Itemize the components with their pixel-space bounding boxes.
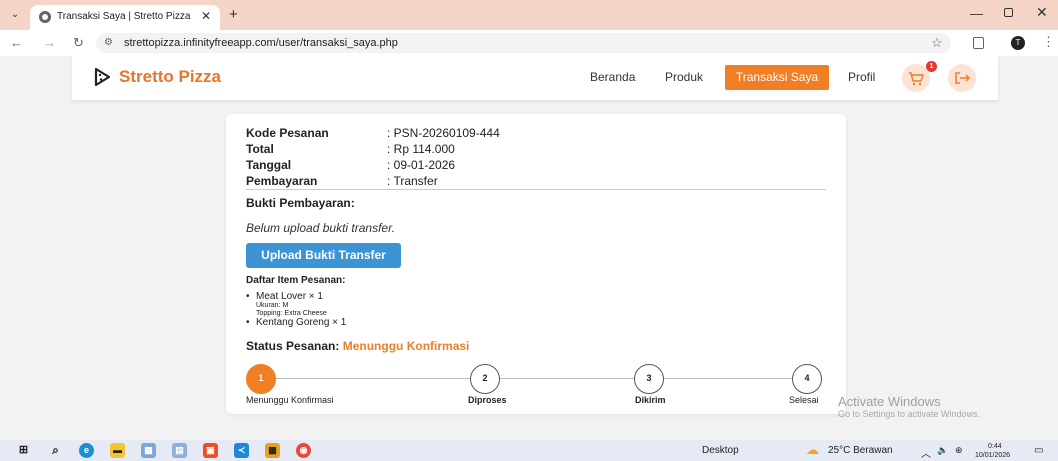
store-icon[interactable]: ▦: [141, 443, 156, 458]
restore-window-icon[interactable]: [1004, 8, 1013, 17]
list-item: Kentang Goreng × 1: [246, 317, 347, 329]
order-status: Status Pesanan: Menunggu Konfirmasi: [246, 339, 469, 353]
page-viewport: Stretto Pizza Beranda Produk Transaksi S…: [0, 56, 1058, 440]
cart-count-badge: 1: [926, 61, 937, 72]
step-4-circle: 4: [792, 364, 822, 394]
forward-arrow-icon[interactable]: →: [43, 35, 56, 50]
office-icon[interactable]: ▣: [203, 443, 218, 458]
order-status-value: Menunggu Konfirmasi: [342, 339, 470, 353]
activate-windows-subtitle: Go to Settings to activate Windows.: [838, 409, 981, 419]
progress-track: [266, 378, 806, 379]
extensions-icon[interactable]: [973, 37, 984, 49]
list-item: Meat Lover × 1 Ukuran: M Topping: Extra …: [246, 292, 346, 318]
file-explorer-icon[interactable]: ▬: [110, 443, 125, 458]
chrome-icon[interactable]: ◉: [296, 443, 311, 458]
step-1-label: Menunggu Konfirmasi: [246, 395, 334, 405]
step-1-circle: 1: [246, 364, 276, 394]
activate-windows-title: Activate Windows: [838, 394, 941, 409]
tab-title: Transaksi Saya | Stretto Pizza: [57, 11, 191, 22]
search-icon[interactable]: ⌕: [48, 443, 63, 458]
order-total-label: Total: [246, 142, 274, 156]
site-navbar: Stretto Pizza Beranda Produk Transaksi S…: [72, 56, 998, 100]
tab-search-chevron-icon[interactable]: ⌄: [8, 8, 22, 22]
vscode-icon[interactable]: ≺: [234, 443, 249, 458]
url-field[interactable]: ⚙ strettopizza.infinityfreeapp.com/user/…: [96, 33, 951, 53]
new-tab-icon[interactable]: +: [229, 6, 238, 23]
order-code-value: : PSN-20260109-444: [387, 126, 500, 140]
payment-proof-note: Belum upload bukti transfer.: [246, 221, 395, 235]
browser-tab[interactable]: Transaksi Saya | Stretto Pizza ✕: [30, 5, 220, 30]
step-2-label: Diproses: [468, 395, 507, 405]
step-3-label: Dikirim: [635, 395, 666, 405]
logout-icon: [955, 72, 971, 84]
weather-icon[interactable]: ☁: [806, 442, 819, 458]
edge-icon[interactable]: e: [79, 443, 94, 458]
order-payment-value: : Transfer: [387, 174, 438, 188]
divider: [246, 189, 826, 190]
tray-chevron-icon[interactable]: ︿: [921, 445, 931, 460]
order-code-row: Kode Pesanan : PSN-20260109-444: [246, 126, 500, 140]
browser-menu-icon[interactable]: ⋮: [1042, 34, 1055, 50]
order-payment-label: Pembayaran: [246, 174, 318, 188]
step-2-circle: 2: [470, 364, 500, 394]
network-icon[interactable]: ⊕: [955, 445, 963, 456]
site-info-icon[interactable]: ⚙: [104, 37, 113, 48]
app-icon[interactable]: ▩: [265, 443, 280, 458]
favicon-icon: [39, 11, 51, 23]
order-date-row: Tanggal : 09-01-2026: [246, 158, 455, 172]
brand-name[interactable]: Stretto Pizza: [119, 67, 221, 87]
item-name: Meat Lover × 1: [256, 291, 323, 302]
pizza-logo-icon: [94, 68, 110, 86]
clock-date[interactable]: 10/01/2026: [975, 452, 1010, 459]
bookmark-star-icon[interactable]: ☆: [931, 35, 943, 51]
item-size: Ukuran: M: [256, 302, 289, 309]
order-code-label: Kode Pesanan: [246, 126, 329, 140]
reload-icon[interactable]: ↻: [73, 35, 84, 51]
nav-link-profil[interactable]: Profil: [848, 70, 875, 84]
volume-icon[interactable]: 🔈: [937, 445, 948, 456]
back-arrow-icon[interactable]: ←: [10, 35, 23, 50]
order-date-label: Tanggal: [246, 158, 292, 172]
notifications-icon[interactable]: ▭: [1034, 445, 1043, 456]
step-3-circle: 3: [634, 364, 664, 394]
order-card: Kode Pesanan : PSN-20260109-444 Total : Rp…: [226, 114, 846, 414]
clock-time[interactable]: 0:44: [988, 443, 1002, 450]
nav-link-produk[interactable]: Produk: [665, 70, 703, 84]
nav-link-transaksi-saya[interactable]: Transaksi Saya: [725, 65, 829, 90]
weather-text[interactable]: 25°C Berawan: [828, 445, 893, 456]
logout-button[interactable]: [948, 64, 976, 92]
payment-proof-title: Bukti Pembayaran:: [246, 196, 355, 210]
order-total-value: : Rp 114.000: [387, 142, 455, 156]
address-bar: ← → ↻ ⚙ strettopizza.infinityfreeapp.com…: [0, 30, 1058, 56]
step-4-label: Selesai: [789, 395, 819, 405]
close-window-icon[interactable]: ✕: [1036, 4, 1048, 21]
minimize-window-icon[interactable]: —: [970, 6, 983, 21]
windows-taskbar: ⊞ ⌕ e ▬ ▦ ▤ ▣ ≺ ▩ ◉ Desktop ☁ 25°C Beraw…: [0, 440, 1058, 461]
url-text: strettopizza.infinityfreeapp.com/user/tr…: [124, 37, 398, 49]
item-name: Kentang Goreng × 1: [256, 317, 347, 328]
close-tab-icon[interactable]: ✕: [201, 9, 211, 23]
order-items-title: Daftar Item Pesanan:: [246, 275, 346, 286]
order-items-list: Meat Lover × 1 Ukuran: M Topping: Extra …: [246, 292, 347, 329]
order-payment-row: Pembayaran : Transfer: [246, 174, 438, 188]
desktop-toolbar-label[interactable]: Desktop: [702, 445, 739, 456]
order-date-value: : 09-01-2026: [387, 158, 456, 172]
browser-tab-bar: ⌄ Transaksi Saya | Stretto Pizza ✕ + — ✕: [0, 0, 1058, 30]
photos-icon[interactable]: ▤: [172, 443, 187, 458]
nav-link-beranda[interactable]: Beranda: [590, 70, 635, 84]
order-total-row: Total : Rp 114.000: [246, 142, 455, 156]
profile-avatar[interactable]: T: [1011, 36, 1025, 50]
upload-proof-button[interactable]: Upload Bukti Transfer: [246, 243, 401, 268]
order-status-label: Status Pesanan:: [246, 339, 340, 353]
start-icon[interactable]: ⊞: [16, 443, 31, 458]
